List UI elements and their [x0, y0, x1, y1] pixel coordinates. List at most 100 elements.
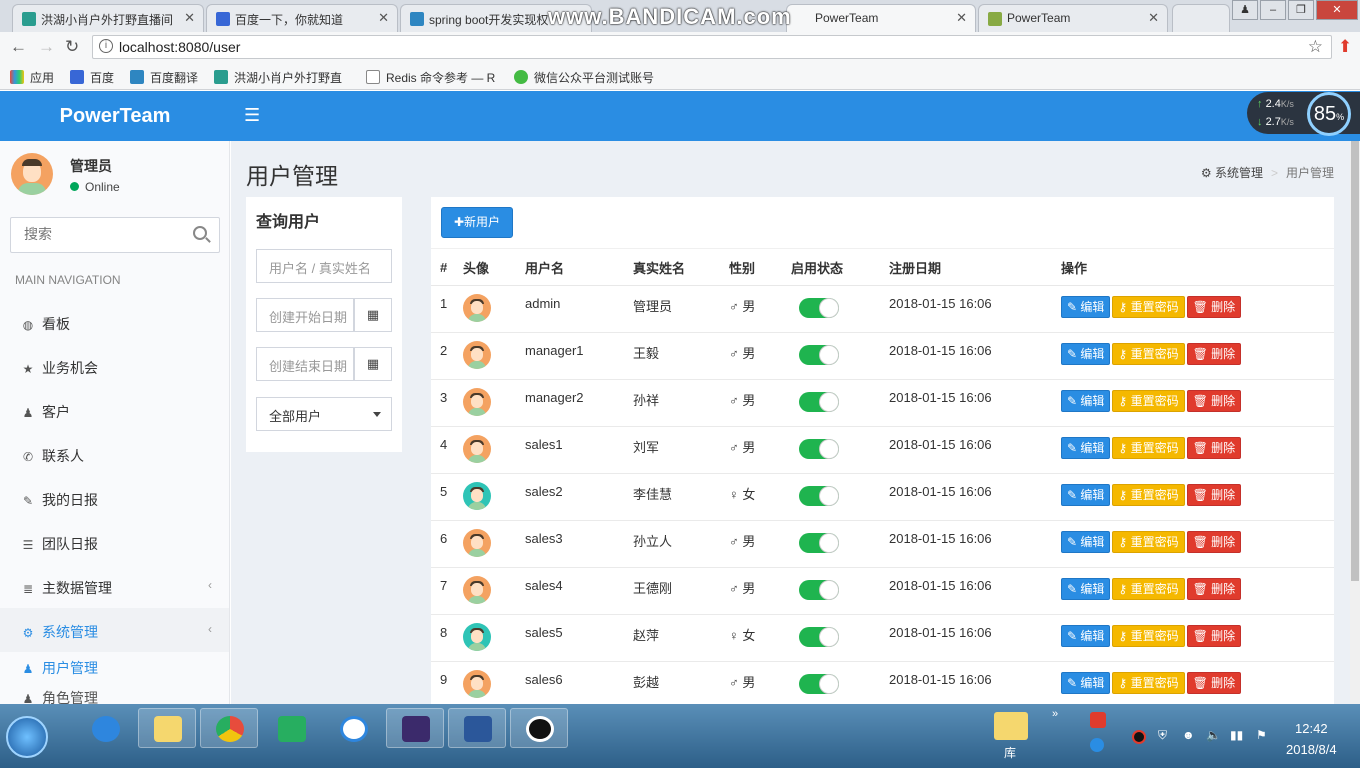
delete-button[interactable]: 🗑 删除: [1186, 625, 1242, 647]
edit-button[interactable]: ✎ 编辑: [1061, 484, 1111, 506]
reset-password-button[interactable]: ⚷ 重置密码: [1112, 343, 1185, 365]
reset-password-button[interactable]: ⚷ 重置密码: [1112, 296, 1185, 318]
add-user-button[interactable]: ✚新用户: [441, 207, 513, 238]
qq-icon[interactable]: ☻: [1182, 728, 1195, 742]
reset-password-button[interactable]: ⚷ 重置密码: [1112, 672, 1185, 694]
system-clock[interactable]: 12:42 2018/8/4: [1286, 718, 1337, 760]
url-input[interactable]: i localhost:8080/user ☆: [92, 35, 1332, 59]
bookmark-item[interactable]: 百度翻译: [130, 69, 198, 86]
calendar-icon[interactable]: ▦: [354, 298, 392, 332]
restore-icon[interactable]: ❐: [1288, 0, 1314, 20]
user-icon[interactable]: ♟: [1232, 0, 1258, 20]
close-icon[interactable]: ✕: [1148, 10, 1159, 26]
delete-button[interactable]: 🗑 删除: [1186, 531, 1242, 553]
close-icon[interactable]: ✕: [378, 10, 389, 26]
enabled-toggle[interactable]: [799, 486, 839, 506]
breadcrumb-parent[interactable]: 系统管理: [1215, 166, 1263, 180]
delete-button[interactable]: 🗑 删除: [1186, 484, 1242, 506]
enabled-toggle[interactable]: [799, 392, 839, 412]
start-date-field[interactable]: 创建开始日期: [256, 298, 354, 332]
edit-button[interactable]: ✎ 编辑: [1061, 672, 1111, 694]
name-search-field[interactable]: 用户名 / 真实姓名: [256, 249, 392, 283]
explorer-icon[interactable]: [138, 708, 196, 748]
bookmark-item[interactable]: 微信公众平台测试账号: [514, 69, 654, 86]
info-icon[interactable]: i: [99, 39, 113, 53]
edit-button[interactable]: ✎ 编辑: [1061, 578, 1111, 600]
ie-icon[interactable]: [76, 708, 134, 748]
enabled-toggle[interactable]: [799, 674, 839, 694]
enabled-toggle[interactable]: [799, 580, 839, 600]
enabled-toggle[interactable]: [799, 533, 839, 553]
sidebar-item-opportunities[interactable]: ★ 业务机会: [0, 344, 229, 388]
bandicam-icon[interactable]: [510, 708, 568, 748]
edit-button[interactable]: ✎ 编辑: [1061, 625, 1111, 647]
enabled-toggle[interactable]: [799, 345, 839, 365]
forward-icon[interactable]: →: [38, 37, 55, 57]
help-icon[interactable]: [1090, 738, 1104, 752]
delete-button[interactable]: 🗑 删除: [1186, 343, 1242, 365]
browser-tab[interactable]: PowerTeam ✕: [786, 4, 976, 32]
reset-password-button[interactable]: ⚷ 重置密码: [1112, 437, 1185, 459]
browser-tab[interactable]: PowerTeam ✕: [978, 4, 1168, 32]
sidebar-item-system[interactable]: ⚙ 系统管理 ‹: [0, 608, 229, 652]
menu-toggle-icon[interactable]: ☰: [244, 105, 260, 126]
shield-icon[interactable]: ⛨: [1158, 728, 1167, 743]
scrollbar-thumb[interactable]: [1351, 141, 1359, 581]
extension-icon[interactable]: ⬆: [1338, 37, 1352, 57]
reset-password-button[interactable]: ⚷ 重置密码: [1112, 578, 1185, 600]
record-tray-icon[interactable]: [1132, 730, 1146, 744]
sidebar-item-dashboard[interactable]: ◍ 看板: [0, 300, 229, 344]
search-icon[interactable]: [193, 226, 207, 240]
sidebar-item-my-daily[interactable]: ✎ 我的日报: [0, 476, 229, 520]
user-filter-select[interactable]: 全部用户: [256, 397, 392, 431]
sidebar-subitem-roles[interactable]: ♟ 角色管理: [20, 688, 98, 704]
java-ee-ide-icon[interactable]: [386, 708, 444, 748]
enabled-toggle[interactable]: [799, 627, 839, 647]
delete-button[interactable]: 🗑 删除: [1186, 437, 1242, 459]
edit-button[interactable]: ✎ 编辑: [1061, 343, 1111, 365]
volume-icon[interactable]: 🔈: [1206, 728, 1221, 742]
sidebar-subitem-users[interactable]: ♟ 用户管理: [20, 658, 98, 678]
reset-password-button[interactable]: ⚷ 重置密码: [1112, 484, 1185, 506]
delete-button[interactable]: 🗑 删除: [1186, 296, 1242, 318]
new-tab-button[interactable]: [1172, 4, 1230, 32]
edit-button[interactable]: ✎ 编辑: [1061, 296, 1111, 318]
brand-logo[interactable]: PowerTeam: [0, 91, 230, 141]
bookmark-star-icon[interactable]: ☆: [1308, 37, 1323, 57]
action-center-icon[interactable]: ⚑: [1256, 728, 1267, 742]
page-scrollbar[interactable]: [1350, 141, 1360, 704]
minimize-icon[interactable]: –: [1260, 0, 1286, 20]
word-icon[interactable]: [448, 708, 506, 748]
back-icon[interactable]: ←: [10, 37, 27, 57]
search-input[interactable]: [11, 218, 181, 250]
bookmark-item[interactable]: 洪湖小肖户外打野直: [214, 69, 342, 86]
edit-button[interactable]: ✎ 编辑: [1061, 437, 1111, 459]
network-icon[interactable]: ▮▮: [1230, 728, 1243, 742]
delete-button[interactable]: 🗑 删除: [1186, 672, 1242, 694]
baidu-netdisk-icon[interactable]: [324, 708, 382, 748]
browser-tab[interactable]: 百度一下，你就知道 ✕: [206, 4, 398, 32]
sidebar-item-master-data[interactable]: ≣ 主数据管理 ‹: [0, 564, 229, 608]
chrome-icon[interactable]: [200, 708, 258, 748]
close-icon[interactable]: ✕: [184, 10, 195, 26]
calendar-icon[interactable]: ▦: [354, 347, 392, 381]
sidebar-item-contacts[interactable]: ✆ 联系人: [0, 432, 229, 476]
delete-button[interactable]: 🗑 删除: [1186, 390, 1242, 412]
close-icon[interactable]: ✕: [956, 10, 967, 26]
window-close-icon[interactable]: ✕: [1316, 0, 1358, 20]
show-more-icon[interactable]: »: [1052, 708, 1058, 720]
bookmark-item[interactable]: Redis 命令参考 — R: [366, 69, 495, 86]
green-app-icon[interactable]: [262, 708, 320, 748]
sidebar-item-team-daily[interactable]: ☰ 团队日报: [0, 520, 229, 564]
edit-button[interactable]: ✎ 编辑: [1061, 531, 1111, 553]
reload-icon[interactable]: ↻: [65, 37, 79, 57]
browser-tab[interactable]: 洪湖小肖户外打野直播间 ✕: [12, 4, 204, 32]
edit-button[interactable]: ✎ 编辑: [1061, 390, 1111, 412]
end-date-field[interactable]: 创建结束日期: [256, 347, 354, 381]
enabled-toggle[interactable]: [799, 439, 839, 459]
reset-password-button[interactable]: ⚷ 重置密码: [1112, 531, 1185, 553]
enabled-toggle[interactable]: [799, 298, 839, 318]
sidebar-item-customers[interactable]: ♟ 客户: [0, 388, 229, 432]
bookmark-item[interactable]: 百度: [70, 69, 114, 86]
bookmark-apps[interactable]: 应用: [10, 69, 54, 86]
